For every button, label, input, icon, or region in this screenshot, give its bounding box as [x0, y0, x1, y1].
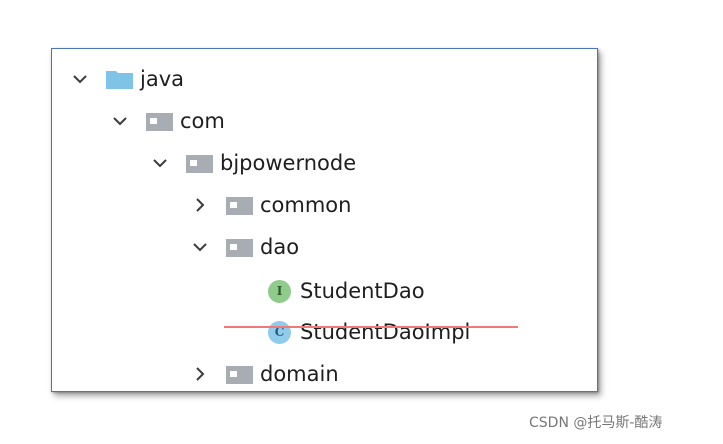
package-folder-icon [186, 153, 213, 173]
tree-item-common[interactable]: common [186, 188, 351, 222]
tree-item-domain[interactable]: domain [186, 357, 339, 391]
source-folder-icon [106, 69, 133, 89]
strikethrough-line [224, 326, 518, 328]
tree-item-label: dao [260, 235, 300, 259]
tree-item-com[interactable]: com [106, 104, 225, 138]
chevron-down-icon[interactable] [186, 230, 214, 264]
package-folder-icon [226, 237, 253, 257]
tree-item-label: bjpowernode [220, 151, 357, 175]
tree-item-label: java [140, 67, 184, 91]
tree-item-bjpowernode[interactable]: bjpowernode [146, 146, 356, 180]
package-folder-icon [146, 111, 173, 131]
chevron-down-icon[interactable] [146, 146, 174, 180]
tree-item-label: common [260, 193, 352, 217]
tree-item-label: StudentDaoImpl [300, 320, 471, 344]
tree-item-label: StudentDao [300, 279, 425, 303]
tree-item-java[interactable]: java [66, 62, 184, 96]
project-tree-panel: java com bjpowernode common dao I Studen… [51, 48, 598, 392]
tree-item-studentdaoimpl[interactable]: C StudentDaoImpl [268, 315, 470, 349]
tree-item-dao[interactable]: dao [186, 230, 299, 264]
package-folder-icon [226, 364, 253, 384]
csdn-watermark: CSDN @托马斯-酷涛 [529, 415, 663, 431]
class-icon: C [268, 320, 291, 344]
chevron-right-icon[interactable] [186, 357, 214, 391]
chevron-right-icon[interactable] [186, 188, 214, 222]
chevron-down-icon[interactable] [66, 62, 94, 96]
tree-item-label: domain [260, 362, 339, 386]
chevron-down-icon[interactable] [106, 104, 134, 138]
package-folder-icon [226, 195, 253, 215]
interface-icon: I [268, 279, 291, 303]
tree-item-label: com [180, 109, 225, 133]
tree-item-studentdao[interactable]: I StudentDao [268, 274, 425, 308]
